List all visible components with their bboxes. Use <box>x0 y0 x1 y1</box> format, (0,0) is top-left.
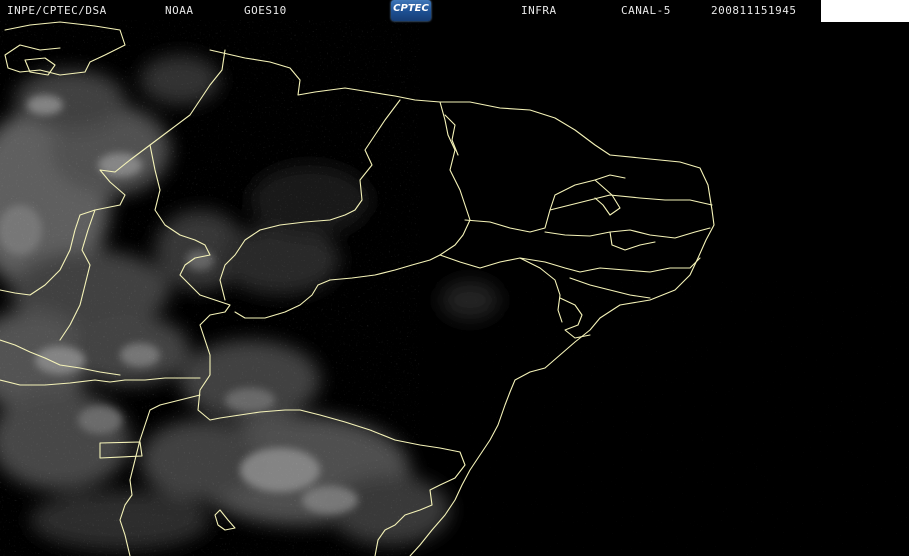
logo-text: CPTEC <box>393 3 429 14</box>
header-institution: INPE/CPTEC/DSA <box>7 4 107 17</box>
header-agency: NOAA <box>165 4 194 17</box>
header-timestamp: 200811151945 <box>711 4 797 17</box>
satellite-map <box>0 0 909 556</box>
header-satellite: GOES10 <box>244 4 287 17</box>
header-blank-panel <box>821 0 909 22</box>
header-channel: CANAL-5 <box>621 4 671 17</box>
header-product: INFRA <box>521 4 557 17</box>
cptec-logo: CPTEC <box>391 0 431 21</box>
